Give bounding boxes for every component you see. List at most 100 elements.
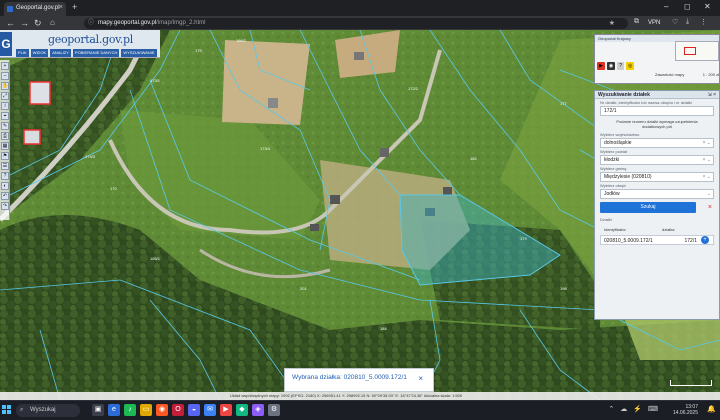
col-identifier[interactable]: Identyfikator (600, 225, 662, 234)
menu-plik[interactable]: PLIK (16, 49, 29, 57)
edge-icon[interactable]: e (108, 404, 120, 416)
map-viewport[interactable]: 173/1175174/3166/2170173/4172/2182177171… (0, 30, 720, 400)
county-select[interactable]: kłodzki × ⌄ (600, 155, 714, 165)
system-tray-icons[interactable]: ⌃ ☁ ⚡ ⌨ (608, 405, 660, 413)
app-icon[interactable]: ◆ (236, 404, 248, 416)
commune-select[interactable]: Międzylesie (020810) × ⌄ (600, 172, 714, 182)
print-icon[interactable]: ⎙ (1, 132, 9, 140)
discord-icon[interactable]: ◒ (188, 404, 200, 416)
task-view-icon[interactable]: ▣ (92, 404, 104, 416)
search-button[interactable]: Szukaj (600, 202, 696, 213)
notification-bell-icon[interactable]: 🔔 (707, 405, 718, 413)
home-icon[interactable]: ⌂ (50, 17, 55, 29)
menu-wyszukiwanie[interactable]: WYSZUKIWANIE (121, 49, 157, 57)
system-clock[interactable]: 13:07 14.06.2025 (673, 404, 698, 416)
firefox-icon[interactable]: ◉ (156, 404, 168, 416)
zoom-out-icon[interactable]: – (1, 72, 9, 80)
heart-icon[interactable]: ♡ (672, 18, 678, 26)
url-domain: mapy.geoportal.gov.pl (98, 20, 157, 26)
list-icon[interactable]: ☰ (1, 162, 9, 170)
commune-label: Wybierz gminę (600, 166, 627, 171)
full-extent-icon[interactable]: ⤢ (1, 92, 9, 100)
draw-icon[interactable]: ✎ (1, 122, 9, 130)
grid-icon[interactable]: ▦ (1, 142, 9, 150)
overview-minimap[interactable] (675, 41, 719, 61)
back-button[interactable]: ← (6, 17, 15, 29)
mail-icon[interactable]: ✉ (204, 404, 216, 416)
precinct-label: Wybierz obręb (600, 183, 626, 188)
minimap-extent-box[interactable] (684, 47, 696, 55)
menu-widok[interactable]: WIDOK (30, 49, 49, 57)
redo-icon[interactable]: ↷ (1, 202, 9, 210)
menu-analizy[interactable]: ANALIZY (50, 49, 71, 57)
browser-tab[interactable]: Geoportal.gov.pl × (4, 2, 66, 16)
pan-icon[interactable]: ✋ (1, 82, 9, 90)
select-chevron-icon: × ⌄ (702, 140, 712, 146)
extension-icon[interactable]: ⧉ (634, 18, 639, 26)
panel-title: Wyszukiwanie działek ⇲ × (595, 91, 719, 99)
zoom-in-icon[interactable]: + (1, 62, 9, 70)
result-row[interactable]: 020810_5.0009.172/1 172/1 + (600, 235, 714, 245)
col-parcel[interactable]: działka (662, 225, 702, 234)
vpn-badge[interactable]: VPN (648, 18, 660, 28)
camera-icon[interactable]: ◉ (606, 62, 616, 70)
bookmark-star-icon[interactable]: ★ (609, 18, 618, 29)
file-explorer-icon[interactable]: ▭ (140, 404, 152, 416)
windows-taskbar: ⌕ Wyszukaj ▣ e ♪ ▭ ◉ O ◒ ✉ ▶ ◆ ◈ ⚙ ⌃ ☁ ⚡… (0, 400, 720, 420)
precinct-select[interactable]: Jodłów ⌄ (600, 189, 714, 199)
spotify-icon[interactable]: ♪ (124, 404, 136, 416)
windows-start-icon[interactable] (2, 405, 12, 415)
menu-pobieranie-danych[interactable]: POBIERANIE DANYCH (72, 49, 120, 57)
results-header: Identyfikator działka (600, 225, 714, 234)
geoportal-logo[interactable]: geoportal.gov.pl (48, 33, 133, 46)
add-result-icon[interactable]: + (701, 236, 709, 244)
opera-icon[interactable]: O (172, 404, 184, 416)
popup-close-icon[interactable]: × (418, 374, 423, 383)
download-icon[interactable]: ⤓ (686, 18, 689, 26)
parcel-number-label: 179 (520, 236, 527, 241)
search-icon: ⌕ (20, 407, 24, 413)
contrast-icon[interactable]: ◐ (1, 182, 9, 190)
address-bar[interactable]: ⓘ mapy.geoportal.gov.pl/imap/Imgp_2.html… (84, 18, 628, 29)
parcel-number-label: 165/1 (150, 256, 161, 261)
panel-controls-icon[interactable]: ⇲ × (708, 93, 717, 98)
parcel-number-label: 174/3 (85, 154, 96, 159)
reload-button[interactable]: ↻ (34, 17, 42, 29)
new-tab-button[interactable]: + (72, 2, 77, 12)
eye-icon[interactable]: ◎ (626, 62, 635, 70)
close-window-button[interactable]: ✕ (704, 2, 711, 11)
info-icon[interactable]: i (1, 102, 9, 110)
flag-icon[interactable]: ⚑ (1, 152, 9, 160)
minimize-button[interactable]: – (664, 2, 668, 11)
media-icon[interactable]: ▶ (220, 404, 232, 416)
parcel-query-input[interactable]: 172/1 (600, 106, 714, 116)
map-content-title[interactable]: Zawartość mapy (655, 72, 684, 77)
zoom-readout: 1 : 200 zł (702, 72, 719, 77)
map-status-bar: Układ współrzędnych mapy: 1992 (EPSG: 21… (0, 392, 720, 400)
maximize-button[interactable]: ◻ (684, 2, 691, 11)
help-circle-icon[interactable]: ? (617, 62, 625, 70)
forward-button[interactable]: → (20, 17, 29, 29)
parcel-number-label: 172/2 (408, 86, 419, 91)
locate-icon[interactable]: ⌖ (1, 112, 9, 120)
taskbar-search[interactable]: ⌕ Wyszukaj (16, 404, 80, 417)
clear-search-icon[interactable]: × (708, 202, 712, 213)
help-icon[interactable]: ? (1, 172, 9, 180)
tab-close-icon[interactable]: × (59, 4, 63, 11)
panel-title-text: Wyszukiwanie działek (598, 92, 650, 98)
youtube-icon[interactable]: ▶ (597, 62, 605, 70)
parcel-number-label: 173/4 (260, 146, 271, 151)
voivodeship-select[interactable]: dolnośląskie × ⌄ (600, 138, 714, 148)
tab-title: Geoportal.gov.pl (16, 5, 60, 11)
menu-dots-icon[interactable]: ⋮ (700, 18, 707, 26)
app2-icon[interactable]: ◈ (252, 404, 264, 416)
parcel-number-label: 177 (560, 101, 567, 106)
precinct-value: Jodłów (604, 191, 620, 197)
undo-icon[interactable]: ↶ (1, 192, 9, 200)
settings-icon[interactable]: ⚙ (268, 404, 280, 416)
query-note: Podanie numeru działki wymaga uzupełnien… (616, 119, 698, 129)
geoportal-header: G geoportal.gov.pl PLIK WIDOK ANALIZY PO… (0, 30, 160, 58)
select-chevron-icon: ⌄ (706, 191, 711, 197)
browser-toolbar: ← → ↻ ⌂ ⓘ mapy.geoportal.gov.pl/imap/Img… (0, 16, 720, 30)
site-info-icon[interactable]: ⓘ (88, 18, 94, 29)
